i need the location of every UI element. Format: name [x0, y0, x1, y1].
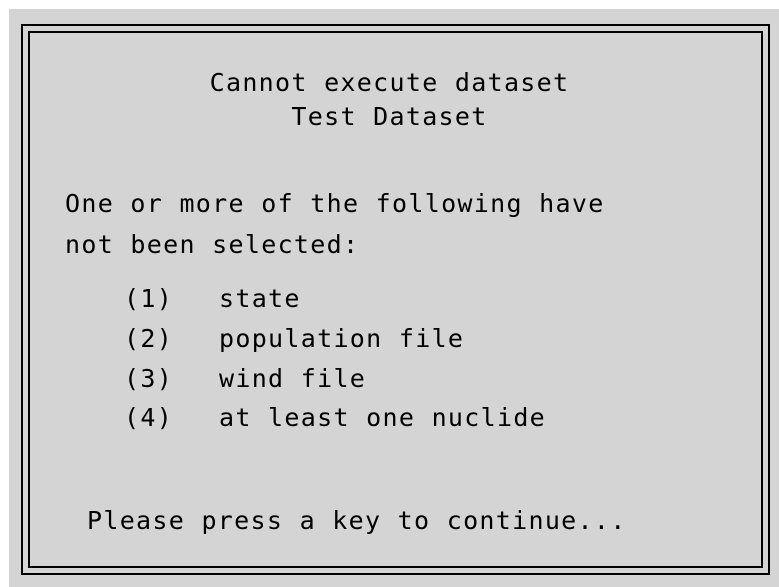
list-item-label: population file: [219, 324, 465, 353]
dataset-name: Test Dataset: [291, 102, 488, 131]
list-item-label: at least one nuclide: [219, 403, 547, 432]
list-item-label: state: [219, 284, 301, 313]
list-item-label: wind file: [219, 364, 367, 393]
list-item-number: (3): [124, 364, 174, 393]
list-item-number: (4): [124, 403, 174, 432]
message-line-1: One or more of the following have: [65, 189, 605, 218]
continue-prompt[interactable]: Please press a key to continue...: [87, 508, 627, 533]
list-item-number: (1): [124, 284, 174, 313]
dialog-title: Cannot execute dataset: [209, 68, 570, 97]
list-item-number: (2): [124, 324, 174, 353]
message-line-2: not been selected:: [65, 230, 360, 259]
